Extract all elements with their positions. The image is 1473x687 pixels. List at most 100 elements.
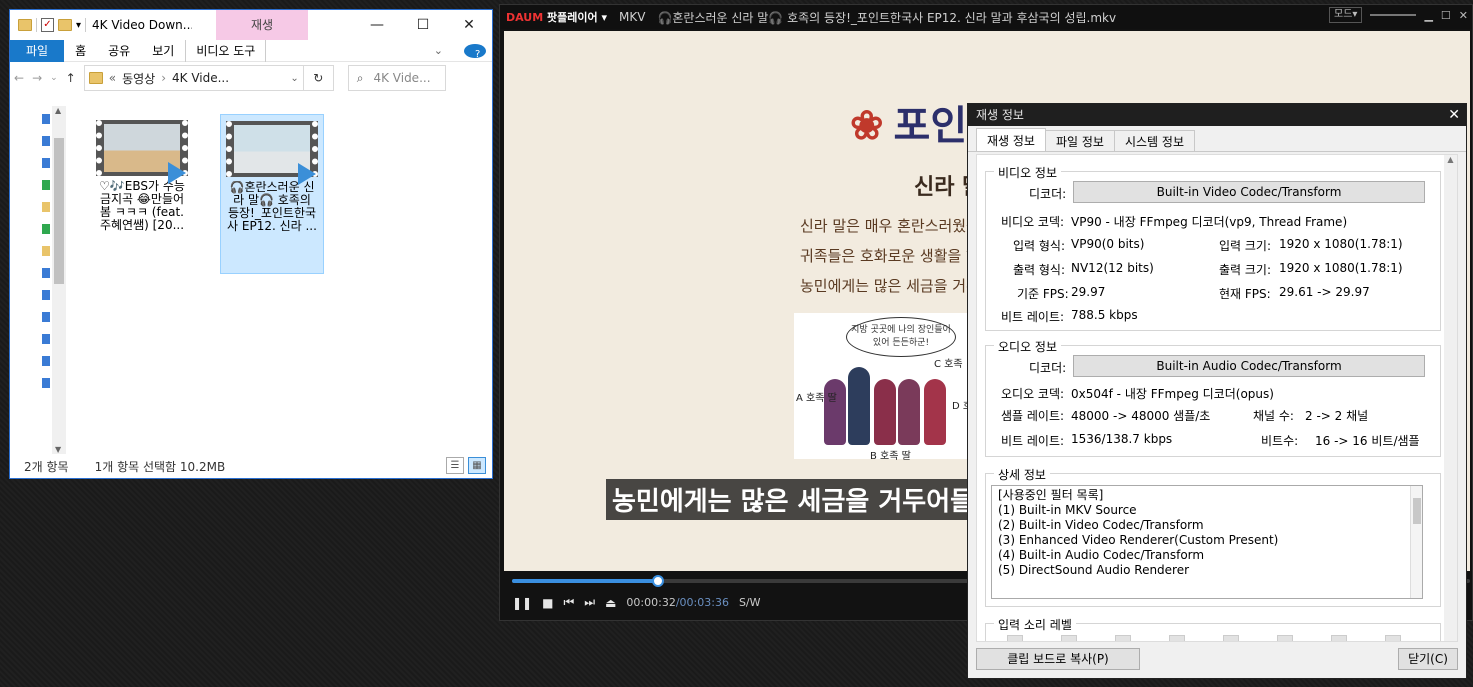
label-b: B 호족 딸 bbox=[870, 451, 911, 462]
filter-list-scrollbar[interactable] bbox=[1410, 486, 1422, 598]
quick-access-toolbar: ✓ ▾ bbox=[10, 18, 87, 32]
file-list: ♡🎶EBS가 수능 금지곡 😂만들어 봄 ㅋㅋㅋ (feat. 주혜연쌤) [2… bbox=[68, 106, 492, 454]
properties-icon[interactable]: ✓ bbox=[41, 18, 54, 32]
tab-share[interactable]: 공유 bbox=[97, 40, 141, 62]
objects-3d-icon[interactable] bbox=[42, 290, 50, 300]
scrollbar-thumb[interactable] bbox=[54, 138, 64, 284]
new-folder-icon[interactable] bbox=[58, 19, 72, 31]
quick-access-icon[interactable] bbox=[42, 114, 50, 124]
input-size-label: 입력 크기: bbox=[1219, 239, 1272, 253]
tab-system-info[interactable]: 시스템 정보 bbox=[1113, 130, 1195, 151]
seek-handle[interactable] bbox=[651, 575, 664, 587]
previous-icon[interactable]: ⏮ bbox=[563, 595, 574, 610]
recent-dropdown-icon[interactable]: ⌄ bbox=[50, 73, 58, 83]
opacity-slider[interactable] bbox=[1370, 14, 1417, 16]
close-icon[interactable]: ✕ bbox=[1448, 104, 1460, 126]
tab-video-tools[interactable]: 비디오 도구 bbox=[185, 39, 267, 62]
dialog-titlebar: 재생 정보 ✕ bbox=[968, 104, 1466, 126]
label-a: A 호족 딸 bbox=[796, 393, 837, 404]
filter-list-item: (4) Built-in Audio Codec/Transform bbox=[998, 548, 1205, 562]
pinned-folder-icon[interactable] bbox=[42, 224, 50, 234]
nav-scrollbar[interactable]: ▲ ▼ bbox=[52, 106, 66, 454]
address-dropdown-icon[interactable]: ⌄ bbox=[290, 73, 298, 84]
pause-icon[interactable]: ❚❚ bbox=[512, 596, 532, 610]
close-button[interactable]: 닫기(C) bbox=[1398, 648, 1458, 670]
tab-home[interactable]: 홈 bbox=[64, 40, 97, 62]
forward-button[interactable]: → bbox=[32, 71, 42, 85]
renderer-tag[interactable]: S/W bbox=[739, 596, 761, 609]
window-title: 4K Video Down... bbox=[92, 18, 193, 32]
path-overflow[interactable]: « bbox=[109, 71, 116, 85]
level-meters bbox=[1007, 635, 1401, 641]
mode-button[interactable]: 모드▾ bbox=[1329, 7, 1363, 23]
folder-icon[interactable] bbox=[42, 202, 50, 212]
search-box[interactable]: ⌕ 4K Vide... bbox=[347, 65, 446, 91]
level-meter bbox=[1115, 635, 1131, 641]
refresh-button[interactable]: ↻ bbox=[303, 65, 334, 91]
maximize-button[interactable]: ☐ bbox=[400, 10, 446, 40]
input-format-value: VP90(0 bits) bbox=[1071, 237, 1145, 251]
help-icon[interactable]: ? bbox=[464, 43, 486, 60]
label-c: C 호족 bbox=[934, 359, 963, 370]
video-decoder-button[interactable]: Built-in Video Codec/Transform bbox=[1073, 181, 1425, 203]
next-icon[interactable]: ⏭ bbox=[584, 595, 595, 610]
view-switcher: ☰ ▦ bbox=[446, 457, 486, 474]
tab-file-info[interactable]: 파일 정보 bbox=[1044, 130, 1115, 151]
scroll-up-icon[interactable]: ▲ bbox=[55, 106, 61, 115]
folder-icon[interactable] bbox=[42, 246, 50, 256]
videos-icon[interactable] bbox=[42, 356, 50, 366]
eject-icon[interactable]: ⏏ bbox=[605, 596, 616, 610]
close-button[interactable]: ✕ bbox=[446, 10, 492, 40]
customize-toolbar-icon[interactable]: ▾ bbox=[76, 20, 81, 31]
audio-decoder-button[interactable]: Built-in Audio Codec/Transform bbox=[1073, 355, 1425, 377]
scrollbar-thumb[interactable] bbox=[1413, 498, 1421, 524]
address-bar[interactable]: « 동영상 › 4K Vide... ⌄ bbox=[83, 65, 304, 91]
desktop-icon[interactable] bbox=[42, 312, 50, 322]
file-item[interactable]: ♡🎶EBS가 수능 금지곡 😂만들어 봄 ㅋㅋㅋ (feat. 주혜연쌤) [2… bbox=[90, 114, 194, 274]
potplayer-logo[interactable]: DAUM 팟플레이어 ▾ bbox=[506, 9, 607, 25]
file-item-selected[interactable]: 🎧혼란스러운 신라 말🎧 호족의 등장!_포인트한국사 EP12. 신라 ... bbox=[220, 114, 324, 274]
folder-icon bbox=[18, 19, 32, 31]
stop-icon[interactable]: ■ bbox=[542, 596, 553, 610]
decoder-label: 디코더: bbox=[1029, 187, 1067, 201]
navigation-bar: ← → ⌄ ↑ « 동영상 › 4K Vide... ⌄ ↻ ⌕ 4K Vide… bbox=[10, 62, 492, 94]
download-icon[interactable] bbox=[42, 334, 50, 344]
maximize-button[interactable]: ☐ bbox=[1441, 9, 1451, 22]
search-input[interactable]: 4K Vide... bbox=[373, 71, 430, 85]
documents-icon[interactable] bbox=[42, 158, 50, 168]
close-button[interactable]: ✕ bbox=[1459, 9, 1468, 22]
copy-clipboard-button[interactable]: 클립 보드로 복사(P) bbox=[976, 648, 1140, 670]
folder-icon bbox=[88, 72, 103, 84]
this-pc-icon[interactable] bbox=[42, 268, 50, 278]
video-thumbnail bbox=[226, 121, 318, 185]
video-text-line: 귀족들은 호화로운 생활을 하 bbox=[800, 247, 980, 265]
file-name: ♡🎶EBS가 수능 금지곡 😂만들어 봄 ㅋㅋㅋ (feat. 주혜연쌤) [2… bbox=[99, 180, 185, 232]
breadcrumb-videos[interactable]: 동영상 bbox=[122, 70, 155, 87]
level-meter bbox=[1331, 635, 1347, 641]
tab-file[interactable]: 파일 bbox=[10, 39, 65, 62]
minimize-button[interactable]: — bbox=[354, 10, 400, 40]
expand-ribbon-icon[interactable]: ⌄ bbox=[423, 40, 454, 62]
scroll-up-icon[interactable]: ▲ bbox=[1444, 155, 1457, 164]
minimize-button[interactable]: ▁ bbox=[1424, 9, 1432, 22]
level-meter bbox=[1223, 635, 1239, 641]
large-icons-view-icon[interactable]: ▦ bbox=[468, 457, 486, 474]
chevron-right-icon: › bbox=[161, 71, 167, 85]
breadcrumb-4k-video[interactable]: 4K Vide... bbox=[172, 71, 229, 85]
scroll-down-icon[interactable]: ▼ bbox=[55, 445, 61, 454]
tab-view[interactable]: 보기 bbox=[141, 40, 185, 62]
download-icon[interactable] bbox=[42, 136, 50, 146]
back-button[interactable]: ← bbox=[14, 71, 24, 85]
ribbon-right: ⌄ ? bbox=[423, 40, 492, 62]
tab-playback-info[interactable]: 재생 정보 bbox=[976, 128, 1046, 151]
window-controls: — ☐ ✕ bbox=[354, 10, 492, 40]
pinned-folder-icon[interactable] bbox=[42, 180, 50, 190]
details-view-icon[interactable]: ☰ bbox=[446, 457, 464, 474]
video-thumbnail bbox=[96, 120, 188, 184]
up-button[interactable]: ↑ bbox=[66, 71, 76, 85]
documents-icon[interactable] bbox=[42, 378, 50, 388]
filter-list[interactable]: [사용중인 필터 목록] (1) Built-in MKV Source (2)… bbox=[991, 485, 1423, 599]
sample-rate-label: 샘플 레이트: bbox=[1001, 409, 1065, 423]
panel-scrollbar[interactable]: ▲ bbox=[1444, 155, 1457, 641]
divider bbox=[36, 18, 37, 32]
